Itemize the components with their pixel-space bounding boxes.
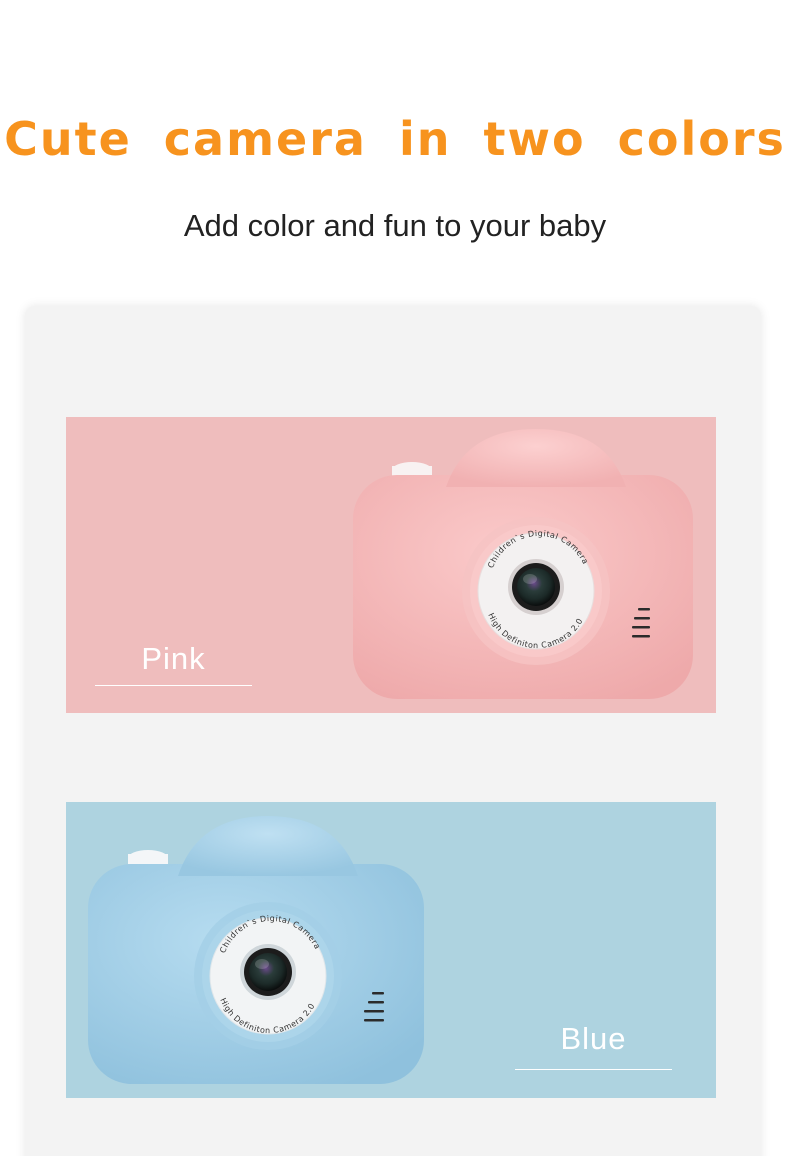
blue-label-underline [515, 1069, 672, 1070]
blue-variant-banner: Children`s Digital Camera High Definiton… [66, 802, 716, 1098]
blue-label: Blue [560, 1021, 627, 1056]
pink-variant-banner: Children`s Digital Camera High Definiton… [66, 417, 716, 713]
product-color-section: Cute camera in two colors Add color and … [0, 0, 790, 1156]
section-title: Cute camera in two colors [4, 112, 786, 166]
pink-label-underline [95, 685, 252, 686]
pink-label: Pink [141, 641, 206, 676]
section-subtitle: Add color and fun to your baby [183, 208, 607, 243]
